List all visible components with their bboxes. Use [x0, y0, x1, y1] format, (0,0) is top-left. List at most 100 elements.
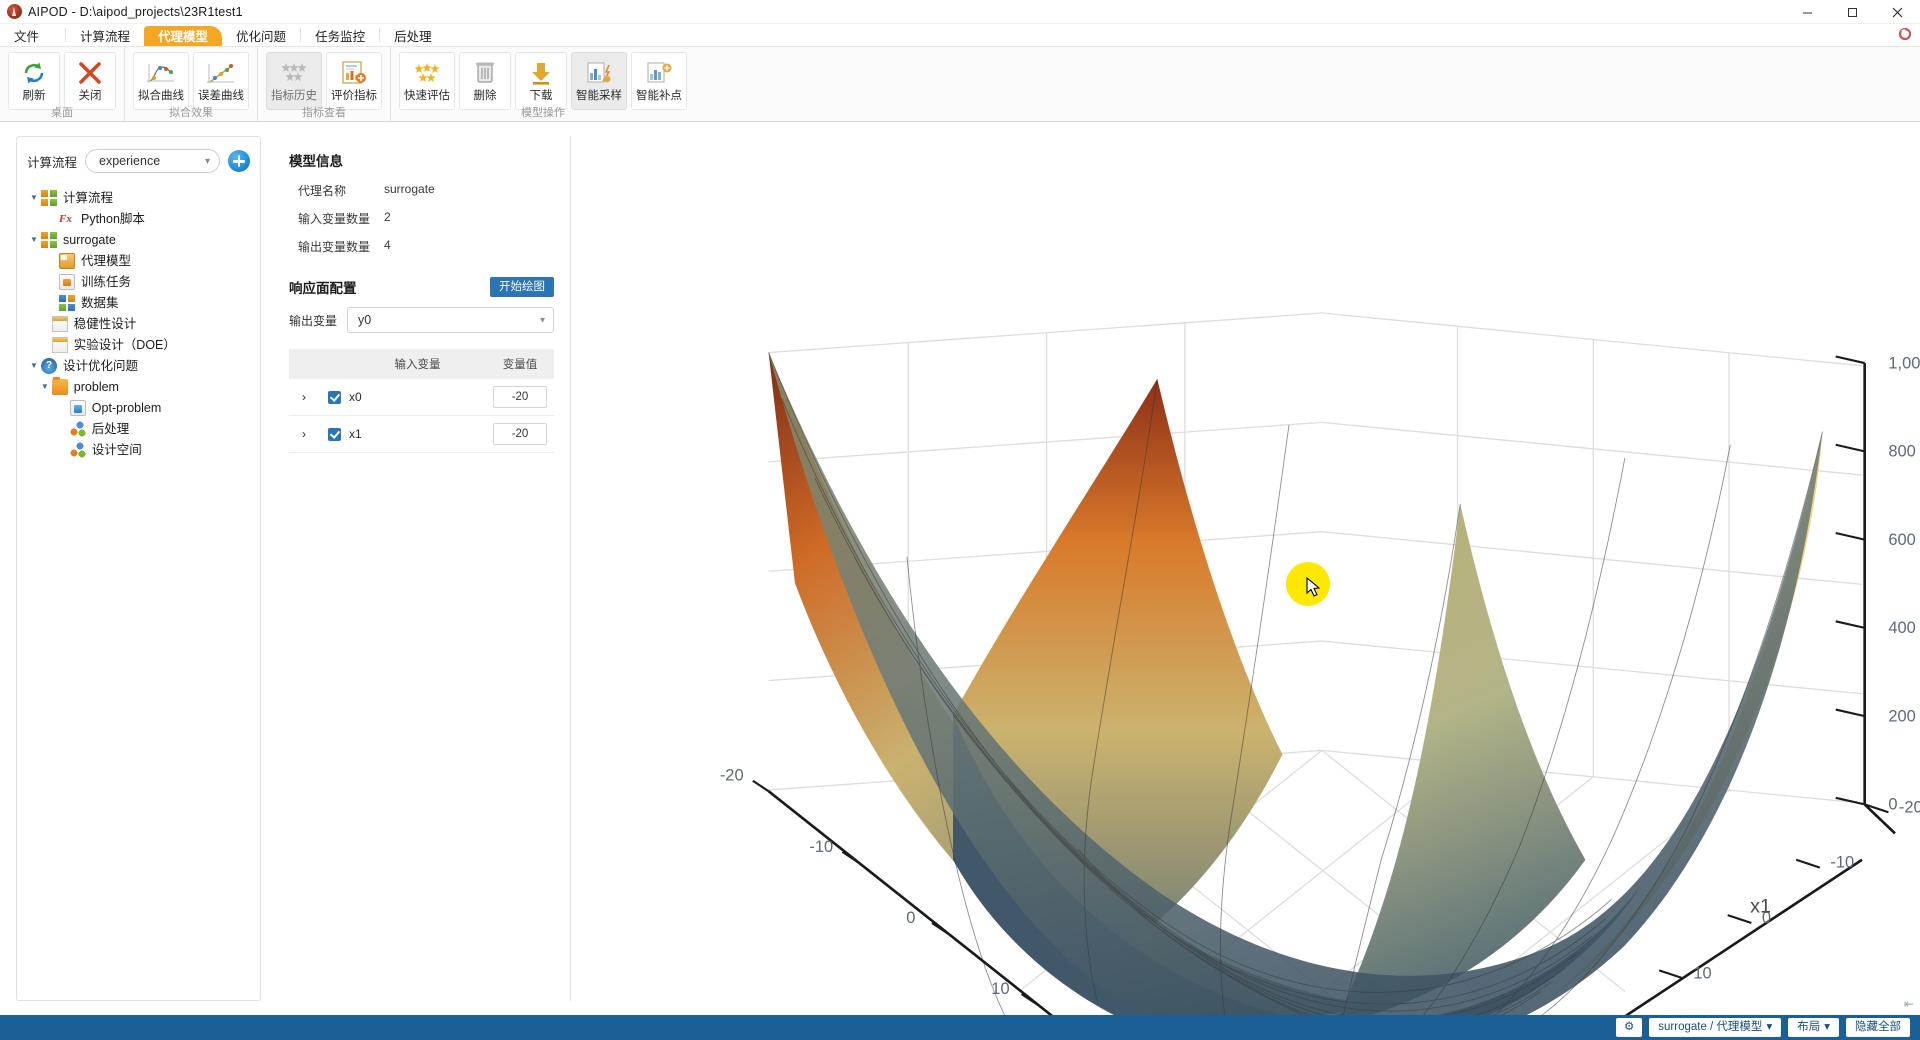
- table-row[interactable]: › x0 -20: [289, 379, 554, 416]
- tree-item-label: Python脚本: [81, 211, 145, 226]
- project-tree-panel: 计算流程 experience ▾ ▼ 计算流程 Fx Python脚本 ▼ surrog…: [16, 136, 261, 1001]
- context-selector-button[interactable]: surrogate / 代理模型 ▾: [1649, 1018, 1782, 1037]
- tab-calc-flow[interactable]: 计算流程: [66, 26, 144, 46]
- minimize-button[interactable]: [1785, 0, 1830, 24]
- close-panel-button[interactable]: 关闭: [64, 52, 116, 110]
- svg-text:200: 200: [1888, 707, 1915, 725]
- quick-eval-button[interactable]: 快速评估: [399, 52, 455, 110]
- close-button[interactable]: [1875, 0, 1920, 24]
- svg-text:10: 10: [1693, 964, 1711, 982]
- optp-icon: [69, 399, 86, 416]
- chevron-down-icon: ▾: [204, 155, 210, 167]
- info-value: 2: [384, 210, 391, 224]
- tree-item[interactable]: ▼ surrogate: [27, 229, 250, 250]
- download-icon: [529, 58, 553, 88]
- tree-item[interactable]: 稳健性设计: [27, 313, 250, 334]
- table-row[interactable]: › x1 -20: [289, 415, 554, 453]
- chevron-down-icon: ▾: [539, 314, 545, 326]
- output-var-select[interactable]: y0 ▾: [347, 307, 554, 333]
- tree-item[interactable]: Opt-problem: [27, 397, 250, 418]
- box-icon: [59, 252, 75, 269]
- svg-text:0: 0: [906, 909, 915, 927]
- layout-button[interactable]: 布局 ▾: [1788, 1018, 1839, 1037]
- tree-item[interactable]: ▼ problem: [27, 376, 250, 397]
- tree-item[interactable]: 代理模型: [27, 250, 250, 271]
- tab-file[interactable]: 文件: [4, 26, 65, 46]
- tree-item[interactable]: 数据集: [27, 292, 250, 313]
- settings-button[interactable]: ⚙: [1615, 1018, 1643, 1037]
- surface-plot-area[interactable]: 1,000 800 600 400 200 0 -20 -10 0 10 20 …: [571, 122, 1920, 1015]
- flow-select[interactable]: experience ▾: [85, 149, 220, 173]
- window-title: AIPOD - D:\aipod_projects\23R1test1: [28, 4, 243, 19]
- metric-history-button[interactable]: 指标历史: [266, 52, 322, 110]
- output-var-label: 输出变量: [289, 313, 338, 328]
- tree-item[interactable]: ▼ 计算流程: [27, 187, 250, 208]
- hide-all-button[interactable]: 隐藏全部: [1846, 1018, 1910, 1037]
- evaluate-metric-button-label: 评价指标: [331, 90, 377, 102]
- expand-arrow-icon[interactable]: ▼: [27, 361, 41, 370]
- expand-arrow-icon[interactable]: ▼: [27, 235, 41, 244]
- svg-text:800: 800: [1888, 443, 1915, 461]
- fit-curve-icon: [146, 58, 176, 88]
- error-curve-button-label: 误差曲线: [198, 90, 244, 102]
- variable-value-input[interactable]: -20: [493, 423, 547, 445]
- tree-item[interactable]: ▼ 设计优化问题: [27, 355, 250, 376]
- tree-item-label: 实验设计（DOE）: [73, 337, 176, 352]
- output-var-value: y0: [358, 313, 372, 327]
- status-bar: ⚙ surrogate / 代理模型 ▾ 布局 ▾ 隐藏全部: [0, 1015, 1920, 1040]
- quick-eval-icon: [412, 58, 442, 88]
- maximize-button[interactable]: [1830, 0, 1875, 24]
- delete-button[interactable]: 删除: [459, 52, 511, 110]
- row-variable-name: x1: [349, 415, 486, 453]
- error-curve-button[interactable]: 误差曲线: [193, 52, 249, 110]
- tree-item-label: problem: [73, 379, 119, 394]
- smart-infill-button[interactable]: 智能补点: [631, 52, 687, 110]
- expand-arrow-icon[interactable]: ▼: [38, 382, 52, 391]
- flow-select-value: experience: [99, 154, 161, 168]
- data-icon: [59, 294, 75, 311]
- download-button[interactable]: 下载: [515, 52, 567, 110]
- row-expand-icon[interactable]: ›: [289, 415, 319, 453]
- py-icon: Fx: [59, 212, 72, 225]
- input-variable-table: 输入变量 变量值 › x0 -20 › x1 -20: [289, 349, 554, 453]
- ribbon-collapse-icon[interactable]: [1896, 25, 1914, 43]
- add-flow-button[interactable]: [228, 150, 250, 172]
- fit-curve-button-label: 拟合曲线: [138, 90, 184, 102]
- tree-item-label: 设计优化问题: [63, 358, 139, 373]
- tree-item[interactable]: Fx Python脚本: [27, 208, 250, 229]
- start-plot-button[interactable]: 开始绘图: [490, 277, 554, 297]
- layout-button-label: 布局: [1797, 1021, 1821, 1033]
- tree-item[interactable]: 设计空间: [27, 439, 250, 460]
- variable-value-input[interactable]: -20: [493, 386, 547, 408]
- row-variable-value-cell: -20: [486, 379, 554, 416]
- tree-item-label: 数据集: [81, 295, 119, 310]
- x1-axis-title: x1: [1750, 895, 1771, 917]
- row-checkbox[interactable]: [319, 379, 349, 416]
- evaluate-metric-button[interactable]: 评价指标: [326, 52, 382, 110]
- info-row-agent-name: 代理名称 surrogate: [289, 182, 554, 199]
- row-expand-icon[interactable]: ›: [289, 379, 319, 416]
- train-icon: [59, 273, 75, 290]
- tree-item[interactable]: 后处理: [27, 418, 250, 439]
- svg-text:-20: -20: [1899, 798, 1920, 816]
- refresh-button[interactable]: 刷新: [8, 52, 60, 110]
- fit-curve-button[interactable]: 拟合曲线: [133, 52, 189, 110]
- output-var-row: 输出变量 y0 ▾: [289, 307, 554, 333]
- smart-sampling-button[interactable]: 智能采样: [571, 52, 627, 110]
- tree-item[interactable]: 训练任务: [27, 271, 250, 292]
- info-value: 4: [384, 238, 391, 252]
- panel-resize-handle[interactable]: ⇤: [1904, 997, 1914, 1011]
- tab-surrogate-model[interactable]: 代理模型: [144, 26, 223, 46]
- metric-history-button-label: 指标历史: [271, 90, 317, 102]
- row-checkbox[interactable]: [319, 415, 349, 453]
- main-body: 计算流程 experience ▾ ▼ 计算流程 Fx Python脚本 ▼ surrog…: [0, 122, 1920, 1015]
- tab-task-monitor[interactable]: 任务监控: [301, 26, 379, 46]
- tab-post-process[interactable]: 后处理: [380, 26, 446, 46]
- dots-icon: [69, 420, 86, 437]
- tab-optimization-problem[interactable]: 优化问题: [222, 26, 300, 46]
- table-header-row: 输入变量 变量值: [289, 349, 554, 379]
- info-value: surrogate: [384, 182, 435, 196]
- expand-arrow-icon[interactable]: ▼: [27, 193, 41, 202]
- chevron-down-icon: ▾: [1766, 1021, 1773, 1033]
- tree-item[interactable]: 实验设计（DOE）: [27, 334, 250, 355]
